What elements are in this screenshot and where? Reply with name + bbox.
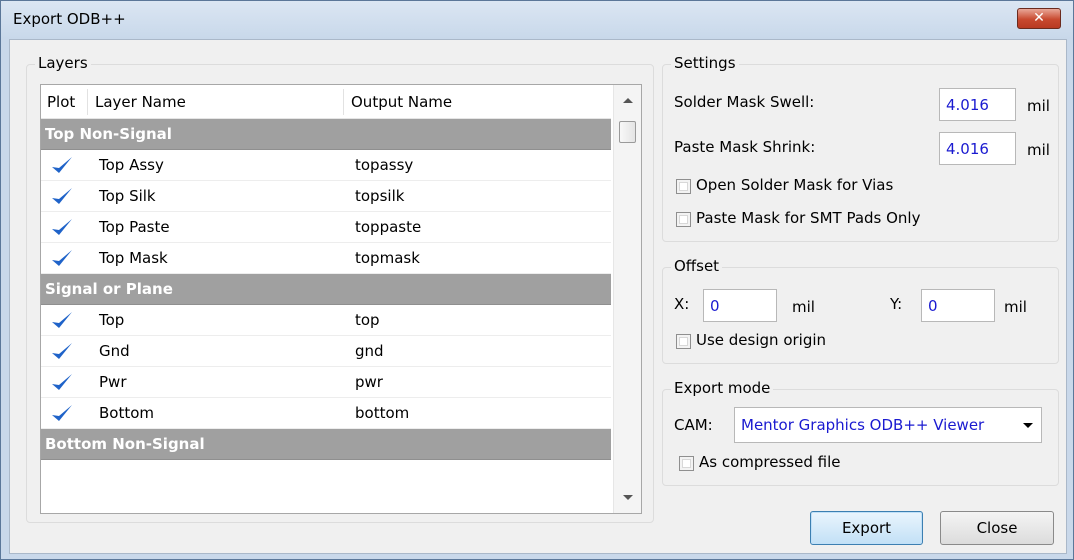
title-bar[interactable]: Export ODB++ ✕ (1, 1, 1073, 39)
layer-group-row[interactable]: Top Non-Signal (41, 119, 611, 150)
checkmark-icon[interactable] (51, 311, 73, 331)
layer-row[interactable]: Top Mask topmask (41, 243, 611, 274)
layer-row[interactable]: Top top (41, 305, 611, 336)
column-header-layer-name[interactable]: Layer Name (95, 93, 186, 119)
output-name[interactable]: bottom (355, 404, 409, 422)
paste-mask-smt-only-label[interactable]: Paste Mask for SMT Pads Only (696, 209, 920, 227)
column-header-plot[interactable]: Plot (47, 93, 75, 119)
offset-x-input[interactable]: 0 (703, 289, 777, 322)
offset-y-unit: mil (1004, 298, 1027, 316)
use-design-origin-checkbox[interactable] (676, 334, 691, 349)
layer-row[interactable]: Pwr pwr (41, 367, 611, 398)
output-name[interactable]: topmask (355, 249, 420, 267)
close-icon: ✕ (1033, 10, 1045, 26)
offset-y-label: Y: (890, 295, 903, 313)
cam-select-value: Mentor Graphics ODB++ Viewer (741, 416, 985, 434)
layer-group-label: Top Non-Signal (45, 125, 172, 143)
output-name[interactable]: gnd (355, 342, 384, 360)
checkmark-icon[interactable] (51, 249, 73, 269)
cam-select[interactable]: Mentor Graphics ODB++ Viewer (734, 407, 1042, 443)
layers-group-label: Layers (35, 54, 91, 72)
layer-row[interactable]: Top Assy topassy (41, 150, 611, 181)
close-button[interactable]: Close (940, 511, 1054, 545)
checkmark-icon[interactable] (51, 373, 73, 393)
output-name[interactable]: toppaste (355, 218, 421, 236)
layer-name: Top (99, 311, 125, 329)
layers-scrollbar[interactable] (613, 85, 641, 513)
layer-row[interactable]: Top Paste toppaste (41, 212, 611, 243)
layer-group-label: Bottom Non-Signal (45, 435, 205, 453)
chevron-down-icon[interactable] (1023, 423, 1033, 428)
layer-group-row[interactable]: Signal or Plane (41, 274, 611, 305)
cam-label: CAM: (674, 416, 713, 434)
layer-row[interactable]: Top Silk topsilk (41, 181, 611, 212)
checkmark-icon[interactable] (51, 187, 73, 207)
output-name[interactable]: topsilk (355, 187, 404, 205)
solder-mask-swell-label: Solder Mask Swell: (674, 93, 815, 111)
offset-x-unit: mil (792, 298, 815, 316)
solder-mask-swell-input[interactable]: 4.016 (939, 88, 1016, 121)
layer-name: Top Paste (99, 218, 170, 236)
layer-group-row[interactable]: Bottom Non-Signal (41, 429, 611, 460)
open-solder-mask-vias-checkbox[interactable] (676, 179, 691, 194)
paste-mask-shrink-label: Paste Mask Shrink: (674, 138, 816, 156)
offset-y-input[interactable]: 0 (921, 289, 995, 322)
output-name[interactable]: topassy (355, 156, 413, 174)
output-name[interactable]: pwr (355, 373, 383, 391)
dialog-client-area: Layers Plot Layer Name Output Name Top N… (9, 39, 1067, 554)
layer-name: Gnd (99, 342, 130, 360)
scroll-up-arrow-icon[interactable] (623, 98, 633, 103)
paste-mask-shrink-unit: mil (1027, 141, 1050, 159)
offset-group-label: Offset (671, 257, 723, 275)
paste-mask-smt-only-checkbox[interactable] (676, 212, 691, 227)
layer-name: Bottom (99, 404, 155, 422)
layer-group-label: Signal or Plane (45, 280, 173, 298)
scrollbar-thumb[interactable] (619, 121, 636, 143)
solder-mask-swell-unit: mil (1027, 97, 1050, 115)
offset-x-label: X: (674, 295, 690, 313)
settings-group-label: Settings (671, 54, 739, 72)
column-separator[interactable] (343, 89, 344, 115)
window-title: Export ODB++ (13, 10, 126, 28)
checkmark-icon[interactable] (51, 218, 73, 238)
column-separator[interactable] (87, 89, 88, 115)
compressed-file-checkbox[interactable] (679, 456, 694, 471)
open-solder-mask-vias-label[interactable]: Open Solder Mask for Vias (696, 176, 893, 194)
paste-mask-shrink-input[interactable]: 4.016 (939, 132, 1016, 165)
checkmark-icon[interactable] (51, 404, 73, 424)
layer-name: Top Mask (99, 249, 168, 267)
scroll-down-arrow-icon[interactable] (623, 495, 633, 500)
checkmark-icon[interactable] (51, 342, 73, 362)
layers-table: Plot Layer Name Output Name Top Non-Sign… (40, 84, 642, 514)
layer-name: Top Assy (99, 156, 164, 174)
layer-name: Top Silk (99, 187, 156, 205)
layer-row[interactable]: Bottom bottom (41, 398, 611, 429)
layer-name: Pwr (99, 373, 127, 391)
layers-table-header: Plot Layer Name Output Name (41, 85, 611, 119)
export-button[interactable]: Export (810, 511, 923, 545)
column-header-output-name[interactable]: Output Name (351, 93, 452, 119)
layer-row[interactable]: Gnd gnd (41, 336, 611, 367)
export-odb-dialog: Export ODB++ ✕ Layers Plot Layer Name Ou… (0, 0, 1074, 560)
compressed-file-label[interactable]: As compressed file (699, 453, 840, 471)
output-name[interactable]: top (355, 311, 380, 329)
export-mode-group-label: Export mode (671, 379, 774, 397)
use-design-origin-label[interactable]: Use design origin (696, 331, 826, 349)
checkmark-icon[interactable] (51, 156, 73, 176)
window-close-button[interactable]: ✕ (1017, 8, 1061, 29)
